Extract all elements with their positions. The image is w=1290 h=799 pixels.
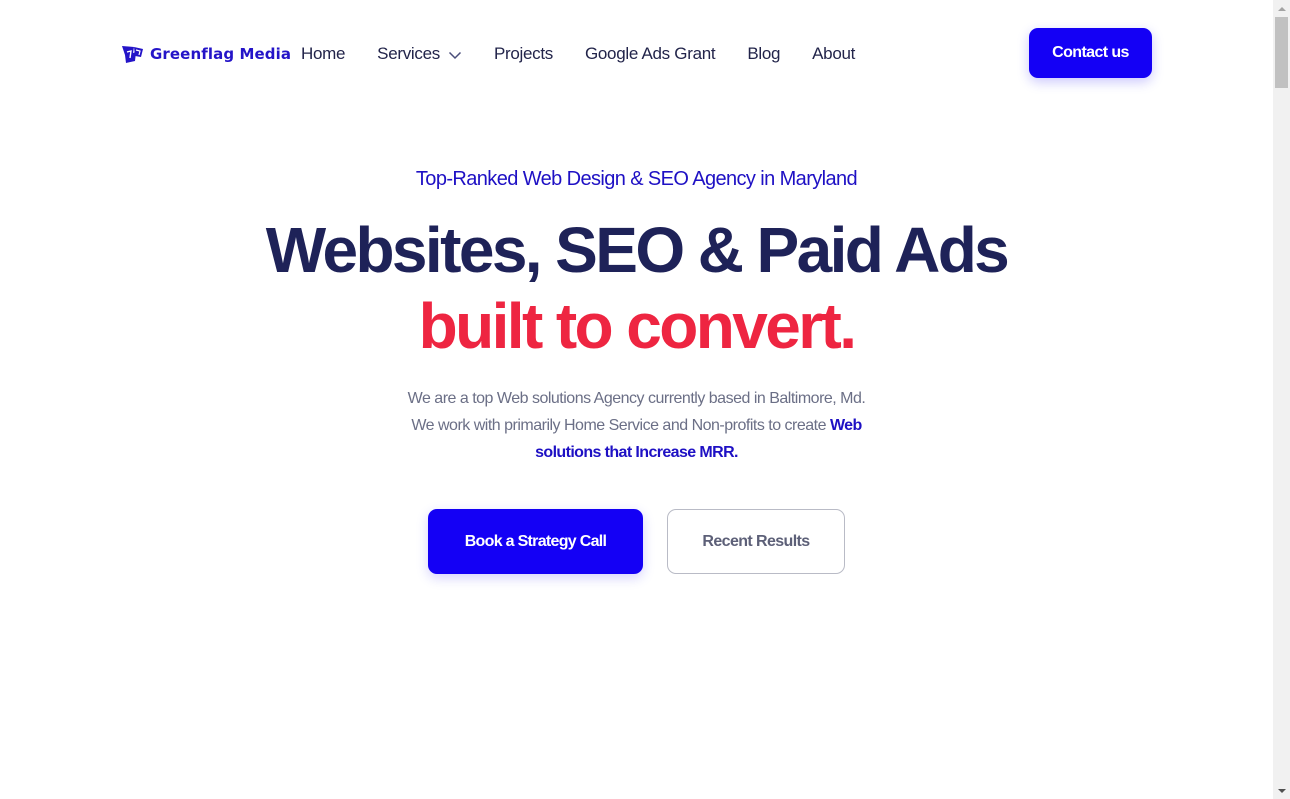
contact-us-button[interactable]: Contact us — [1029, 28, 1152, 78]
page: Greenflag Media Home Services Projects G… — [0, 0, 1273, 799]
recent-results-button[interactable]: Recent Results — [667, 509, 845, 574]
nav-item-home[interactable]: Home — [301, 44, 345, 64]
nav-item-label: Services — [377, 44, 440, 63]
nav-item-blog[interactable]: Blog — [747, 44, 780, 64]
scroll-up-button[interactable] — [1273, 0, 1290, 17]
nav-item-projects[interactable]: Projects — [494, 44, 553, 64]
nav-item-label: About — [812, 44, 856, 63]
nav-item-google-ads-grant[interactable]: Google Ads Grant — [584, 44, 716, 64]
nav-item-label: Blog — [747, 44, 781, 63]
book-strategy-call-button[interactable]: Book a Strategy Call — [428, 509, 643, 574]
chevron-down-icon — [448, 51, 461, 59]
main-nav: Home Services Projects Google Ads Grant … — [301, 42, 887, 66]
headline-line-2: built to convert. — [418, 290, 857, 362]
scrollbar-thumb[interactable] — [1275, 17, 1288, 88]
nav-item-label: Google Ads Grant — [584, 44, 716, 63]
hero-headline: Websites, SEO & Paid Ads built to conver… — [0, 212, 1273, 364]
nav-item-label: Home — [301, 44, 346, 63]
logo-link[interactable]: Greenflag Media — [121, 44, 291, 64]
description-text: We are a top Web solutions Agency curren… — [407, 390, 866, 434]
logo-text: Greenflag Media — [150, 45, 292, 63]
headline-line-1: Websites, SEO & Paid Ads — [265, 214, 1010, 286]
vertical-scrollbar[interactable] — [1273, 0, 1290, 799]
nav-item-services[interactable]: Services — [377, 44, 462, 64]
nav-item-about[interactable]: About — [812, 44, 855, 64]
hero-eyebrow: Top-Ranked Web Design & SEO Agency in Ma… — [415, 168, 858, 190]
hero-description: We are a top Web solutions Agency curren… — [402, 385, 872, 466]
scroll-down-button[interactable] — [1273, 782, 1290, 799]
scroll-down-arrow-icon — [1277, 788, 1286, 793]
scroll-up-arrow-icon — [1277, 6, 1286, 11]
nav-item-label: Projects — [493, 44, 553, 63]
flag-logo-icon — [122, 46, 143, 63]
